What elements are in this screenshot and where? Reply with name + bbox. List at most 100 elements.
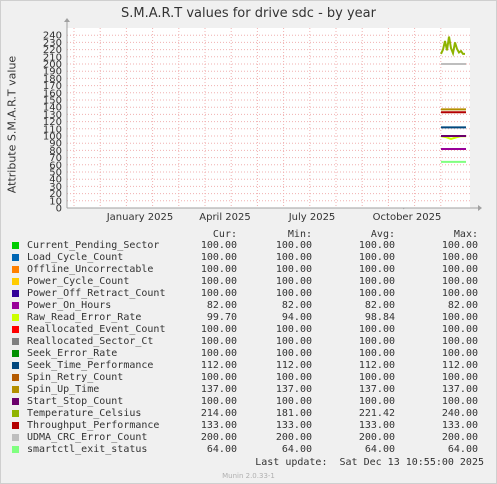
legend-value-max: 137.00 xyxy=(441,384,478,395)
legend-value-avg: 100.00 xyxy=(358,372,395,383)
legend-value-avg: 64.00 xyxy=(364,444,395,455)
legend-row: Power_Cycle_Count 100.00 100.00 100.00 100.0… xyxy=(0,276,497,288)
legend-value-avg: 100.00 xyxy=(358,396,395,407)
legend-swatch xyxy=(12,290,19,297)
legend-series-name: Start_Stop_Count xyxy=(27,396,124,407)
legend-swatch xyxy=(12,398,19,405)
legend-value-avg: 100.00 xyxy=(358,252,395,263)
legend-value-max: 100.00 xyxy=(441,348,478,359)
legend-value-cur: 112.00 xyxy=(200,360,237,371)
legend-row: UDMA_CRC_Error_Count 200.00 200.00 200.00 20… xyxy=(0,432,497,444)
legend-series-name: Power_Off_Retract_Count xyxy=(27,288,166,299)
legend-value-max: 100.00 xyxy=(441,240,478,251)
legend-value-cur: 200.00 xyxy=(200,432,237,443)
legend-row: Spin_Up_Time 137.00 137.00 137.00 137.00 xyxy=(0,384,497,396)
legend-value-cur: 100.00 xyxy=(200,336,237,347)
legend-value-max: 100.00 xyxy=(441,336,478,347)
y-tick-label: 240 xyxy=(43,31,62,42)
legend-row: Current_Pending_Sector 100.00 100.00 100.00… xyxy=(0,240,497,252)
legend-value-cur: 82.00 xyxy=(206,300,237,311)
legend-row: Temperature_Celsius 214.00 181.00 221.42 240… xyxy=(0,408,497,420)
legend-series-name: Load_Cycle_Count xyxy=(27,252,124,263)
legend-value-max: 100.00 xyxy=(441,372,478,383)
legend-series-name: Current_Pending_Sector xyxy=(27,240,160,251)
legend-row: Spin_Retry_Count 100.00 100.00 100.00 100.00 xyxy=(0,372,497,384)
x-tick-label: January 2025 xyxy=(106,212,174,223)
legend-value-avg: 100.00 xyxy=(358,240,395,251)
legend-value-cur: 100.00 xyxy=(200,396,237,407)
legend-value-cur: 100.00 xyxy=(200,348,237,359)
legend-value-max: 133.00 xyxy=(441,420,478,431)
plot-background xyxy=(67,28,470,208)
legend-value-min: 100.00 xyxy=(275,252,312,263)
legend-value-cur: 99.70 xyxy=(206,312,237,323)
legend-value-max: 82.00 xyxy=(447,300,478,311)
legend-value-cur: 214.00 xyxy=(200,408,237,419)
legend-value-min: 82.00 xyxy=(281,300,312,311)
legend-series-name: Temperature_Celsius xyxy=(27,408,142,419)
y-axis-arrow xyxy=(64,18,70,22)
legend-swatch xyxy=(12,278,19,285)
legend-swatch xyxy=(12,410,19,417)
legend-series-name: smartctl_exit_status xyxy=(27,444,148,455)
legend-value-max: 100.00 xyxy=(441,324,478,335)
legend-row: Seek_Time_Performance 112.00 112.00 112.00 1… xyxy=(0,360,497,372)
legend-row: smartctl_exit_status 64.00 64.00 64.00 64.00 xyxy=(0,444,497,456)
legend-row: Load_Cycle_Count 100.00 100.00 100.00 100.00 xyxy=(0,252,497,264)
legend-swatch xyxy=(12,266,19,273)
legend-swatch xyxy=(12,374,19,381)
legend-row: Power_On_Hours 82.00 82.00 82.00 82.00 xyxy=(0,300,497,312)
legend-value-cur: 64.00 xyxy=(206,444,237,455)
col-header-min: Min: xyxy=(287,229,312,240)
legend-swatch xyxy=(12,386,19,393)
legend-value-min: 100.00 xyxy=(275,348,312,359)
legend-swatch xyxy=(12,338,19,345)
legend-value-avg: 98.84 xyxy=(364,312,395,323)
legend-row: Start_Stop_Count 100.00 100.00 100.00 100.00 xyxy=(0,396,497,408)
legend-value-cur: 100.00 xyxy=(200,276,237,287)
legend-series-name: Throughput_Performance xyxy=(27,420,160,431)
legend-value-max: 100.00 xyxy=(441,276,478,287)
legend-series-name: Spin_Up_Time xyxy=(27,384,100,395)
legend-value-avg: 100.00 xyxy=(358,276,395,287)
legend-value-cur: 100.00 xyxy=(200,252,237,263)
legend-value-cur: 137.00 xyxy=(200,384,237,395)
legend-swatch xyxy=(12,446,19,453)
legend-value-avg: 100.00 xyxy=(358,288,395,299)
legend-swatch xyxy=(12,422,19,429)
legend-value-avg: 200.00 xyxy=(358,432,395,443)
legend-series-name: Power_Cycle_Count xyxy=(27,276,130,287)
legend-value-min: 100.00 xyxy=(275,264,312,275)
legend-value-min: 64.00 xyxy=(281,444,312,455)
legend-value-avg: 137.00 xyxy=(358,384,395,395)
legend-value-min: 200.00 xyxy=(275,432,312,443)
legend-swatch xyxy=(12,302,19,309)
legend-series-name: UDMA_CRC_Error_Count xyxy=(27,432,148,443)
legend-value-avg: 112.00 xyxy=(358,360,395,371)
legend-value-max: 100.00 xyxy=(441,312,478,323)
legend-value-max: 100.00 xyxy=(441,396,478,407)
legend-value-min: 137.00 xyxy=(275,384,312,395)
col-header-max: Max: xyxy=(453,229,478,240)
x-axis-arrow xyxy=(478,205,482,211)
legend-value-avg: 133.00 xyxy=(358,420,395,431)
legend-value-max: 64.00 xyxy=(447,444,478,455)
legend-row: Reallocated_Sector_Ct 100.00 100.00 100.00 1… xyxy=(0,336,497,348)
legend-value-min: 100.00 xyxy=(275,324,312,335)
legend-swatch xyxy=(12,314,19,321)
legend-value-max: 100.00 xyxy=(441,264,478,275)
legend-row: Raw_Read_Error_Rate 99.70 94.00 98.84 100.00 xyxy=(0,312,497,324)
legend-row: Throughput_Performance 133.00 133.00 133.00… xyxy=(0,420,497,432)
munin-version: Munin 2.0.33-1 xyxy=(222,472,275,480)
legend-value-max: 240.00 xyxy=(441,408,478,419)
x-tick-label: October 2025 xyxy=(373,212,442,223)
legend-row: Seek_Error_Rate 100.00 100.00 100.00 100.00 xyxy=(0,348,497,360)
legend-value-cur: 100.00 xyxy=(200,372,237,383)
legend-value-min: 112.00 xyxy=(275,360,312,371)
legend-swatch xyxy=(12,434,19,441)
legend-value-min: 100.00 xyxy=(275,336,312,347)
x-tick-label: July 2025 xyxy=(288,212,336,223)
legend-series-name: Reallocated_Sector_Ct xyxy=(27,336,154,347)
legend-value-min: 94.00 xyxy=(281,312,312,323)
legend-value-max: 100.00 xyxy=(441,288,478,299)
